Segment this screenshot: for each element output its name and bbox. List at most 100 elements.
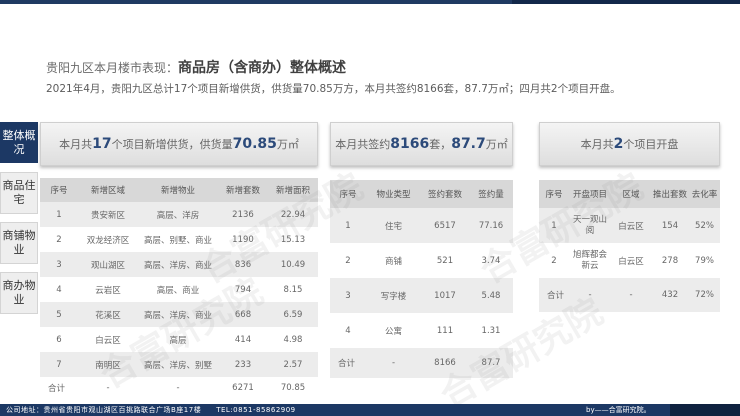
supply-text-mid: 个项目新增供货，供货量	[111, 138, 233, 151]
table-cell: 111	[421, 313, 469, 348]
supply-card-header: 本月共17个项目新增供货，供货量70.85万㎡	[40, 122, 318, 166]
table-cell: 1	[539, 208, 569, 243]
table-cell: 5.48	[469, 278, 513, 313]
table-cell: 2136	[218, 202, 268, 227]
supply-area: 70.85	[232, 136, 277, 152]
table-cell: 白云区	[611, 243, 651, 278]
table-cell: 高层、洋房、商业	[138, 302, 218, 327]
table-row: 6 白云区 高层 414 4.98	[40, 327, 318, 352]
table-cell: 白云区	[78, 327, 138, 352]
table-cell: 商铺	[366, 243, 421, 278]
table-cell: -	[78, 377, 138, 399]
table-cell: 836	[218, 252, 268, 277]
table-cell: 高层、洋房、商业	[138, 252, 218, 277]
opening-card-header: 本月共2个项目开盘	[539, 122, 720, 166]
table-cell: 77.16	[469, 208, 513, 243]
table-cell: 花溪区	[78, 302, 138, 327]
table-cell: 22.94	[268, 202, 318, 227]
signing-card-header: 本月共签约8166套，87.7万㎡	[330, 122, 513, 166]
table-cell: 3.74	[469, 243, 513, 278]
column-header: 签约量	[469, 180, 513, 208]
table-cell: 79%	[689, 243, 720, 278]
column-header: 推出套数	[651, 180, 689, 208]
table-row: 合计 -8166 87.7	[330, 348, 513, 378]
supply-project-count: 17	[92, 136, 112, 152]
table-cell: 4	[330, 313, 366, 348]
table-row: 1 住宅 6517 77.16	[330, 208, 513, 243]
sign-text-mid: 套，	[429, 138, 452, 151]
column-header: 新增物业	[138, 178, 218, 202]
table-cell: 合计	[330, 348, 366, 378]
table-cell: 高层、洋房、别墅	[138, 352, 218, 377]
table-cell: 15.13	[268, 227, 318, 252]
table-cell: 432	[651, 278, 689, 312]
tab-overview[interactable]: 整体概况	[0, 122, 38, 163]
column-header: 新增区域	[78, 178, 138, 202]
signing-card: 本月共签约8166套，87.7万㎡ 序号 物业类型 签约套数 签约量 1 住宅 65…	[330, 122, 513, 380]
table-cell: 高层、商业	[138, 277, 218, 302]
table-cell: 10.49	[268, 252, 318, 277]
tab-residential[interactable]: 商品住宅	[0, 172, 38, 214]
page-subtitle: 2021年4月，贵阳九区总计17个项目新增供货，供货量70.85万方，本月共签约…	[46, 83, 621, 95]
table-row: 合计 - -6271 70.85	[40, 377, 318, 399]
supply-unit: 万㎡	[276, 138, 299, 151]
sign-area: 87.7	[451, 136, 486, 152]
tab-shops[interactable]: 商铺物业	[0, 222, 38, 264]
column-header: 序号	[40, 178, 78, 202]
title-main: 商品房（含商办）整体概述	[178, 60, 347, 76]
table-cell: 8.15	[268, 277, 318, 302]
table-row: 4 公寓 111 1.31	[330, 313, 513, 348]
table-cell: 1	[330, 208, 366, 243]
table-cell: 高层	[138, 327, 218, 352]
table-cell: 7	[40, 352, 78, 377]
table-cell: 3	[40, 252, 78, 277]
sign-text-pre: 本月共签约	[335, 138, 391, 151]
table-cell: 2	[330, 243, 366, 278]
table-cell: 2	[40, 227, 78, 252]
open-text-post: 个项目开盘	[623, 138, 679, 151]
table-cell: -	[366, 348, 421, 378]
footer-brand: by——合富研究院。	[586, 406, 651, 414]
table-cell: 6	[40, 327, 78, 352]
tab-offices[interactable]: 商办物业	[0, 272, 38, 314]
table-cell: 6517	[421, 208, 469, 243]
column-header: 序号	[330, 180, 366, 208]
supply-card: 本月共17个项目新增供货，供货量70.85万㎡ 序号 新增区域 新增物业 新增套…	[40, 122, 318, 400]
table-cell: 1.31	[469, 313, 513, 348]
footer-bar: 公司地址：贵州省贵阳市观山湖区百挑路联合广场B座17楼 TEL:0851-858…	[0, 404, 740, 416]
table-cell: 5	[40, 302, 78, 327]
table-cell: 云岩区	[78, 277, 138, 302]
table-cell: 668	[218, 302, 268, 327]
table-cell: 72%	[689, 278, 720, 312]
column-header: 开盘项目	[569, 180, 611, 208]
table-cell: 观山湖区	[78, 252, 138, 277]
table-cell: 高层、洋房	[138, 202, 218, 227]
table-cell: 双龙经济区	[78, 227, 138, 252]
table-cell: -	[569, 278, 611, 312]
table-cell: 白云区	[611, 208, 651, 243]
table-cell: 154	[651, 208, 689, 243]
signing-table-header: 序号 物业类型 签约套数 签约量	[330, 180, 513, 208]
column-header: 新增面积	[268, 178, 318, 202]
table-cell: 278	[651, 243, 689, 278]
table-cell: 4.98	[268, 327, 318, 352]
table-cell: 1017	[421, 278, 469, 313]
supply-text-pre: 本月共	[59, 138, 93, 151]
column-header: 物业类型	[366, 180, 421, 208]
opening-card: 本月共2个项目开盘 序号 开盘项目 区域 推出套数 去化率 1 天一观山阅 白云区 1…	[539, 122, 720, 322]
table-cell: 公寓	[366, 313, 421, 348]
table-cell: 6.59	[268, 302, 318, 327]
table-row: 5 花溪区 高层、洋房、商业 668 6.59	[40, 302, 318, 327]
column-header: 区域	[611, 180, 651, 208]
supply-table: 序号 新增区域 新增物业 新增套数 新增面积 1 贵安新区 高层、洋房 2136 22.…	[40, 178, 318, 399]
table-row: 1 天一观山阅 白云区 154 52%	[539, 208, 720, 243]
table-row: 3 观山湖区 高层、洋房、商业 836 10.49	[40, 252, 318, 277]
table-cell: 合计	[40, 377, 78, 399]
table-cell: 2	[539, 243, 569, 278]
table-cell: 天一观山阅	[569, 208, 611, 243]
column-header: 签约套数	[421, 180, 469, 208]
column-header: 序号	[539, 180, 569, 208]
table-row: 1 贵安新区 高层、洋房 2136 22.94	[40, 202, 318, 227]
table-cell: -	[138, 377, 218, 399]
signing-table: 序号 物业类型 签约套数 签约量 1 住宅 6517 77.16 2 商铺 521 3.74 3…	[330, 180, 513, 378]
